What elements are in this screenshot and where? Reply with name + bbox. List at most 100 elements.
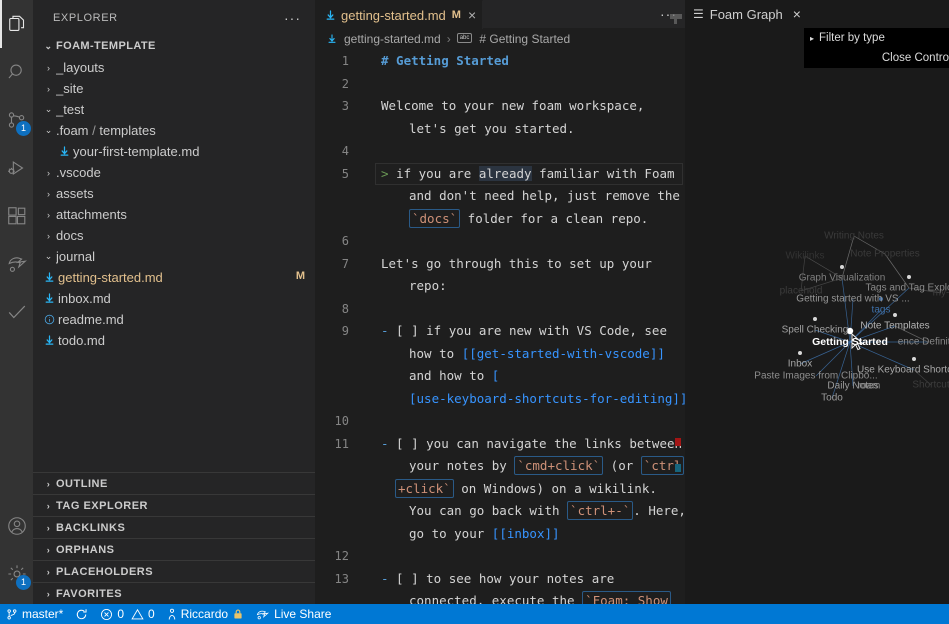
status-remote-user[interactable]: Riccardo	[161, 604, 250, 624]
chevron-down-icon[interactable]: ⌄	[41, 104, 56, 115]
chevron-right-icon[interactable]: ›	[41, 63, 56, 73]
activity-item-manage-settings[interactable]: 1	[0, 550, 33, 598]
code-line[interactable]: 4	[315, 140, 685, 163]
explorer-item-getting-started-md[interactable]: getting-started.md M	[33, 267, 315, 288]
explorer-item-readme-md[interactable]: readme.md	[33, 309, 315, 330]
line-text: Let's go through this to set up your	[381, 253, 652, 276]
status-live-share[interactable]: Live Share	[250, 604, 337, 624]
explorer-item-assets[interactable]: › assets	[33, 183, 315, 204]
sidebar-panel-favorites[interactable]: › FAVORITES	[33, 582, 315, 604]
editor-overview-ruler[interactable]	[671, 50, 685, 584]
code-line[interactable]: 9 - [ ] if you are new with VS Code, see	[315, 320, 685, 343]
graph-node-dot[interactable]	[893, 313, 897, 317]
code-line[interactable]: 1 # Getting Started	[315, 50, 685, 73]
code-line[interactable]: and how to [	[315, 365, 685, 388]
code-line[interactable]: let's get you started.	[315, 118, 685, 141]
code-line[interactable]: and don't need help, just remove the	[315, 185, 685, 208]
breadcrumb-file[interactable]: getting-started.md	[344, 32, 441, 46]
explorer-item--test[interactable]: ⌄ _test	[33, 99, 315, 120]
explorer-item-todo-md[interactable]: todo.md	[33, 330, 315, 351]
chevron-right-icon[interactable]: ›	[41, 231, 56, 241]
graph-node-dot[interactable]	[879, 297, 883, 301]
sidebar-more-actions-icon[interactable]: ···	[284, 11, 307, 25]
explorer-item--vscode[interactable]: › .vscode	[33, 162, 315, 183]
text-run: how to	[409, 345, 462, 361]
code-line[interactable]: 2	[315, 73, 685, 96]
explorer-item-attachments[interactable]: › attachments	[33, 204, 315, 225]
activity-item-explorer[interactable]	[0, 0, 33, 48]
wikilink[interactable]: [	[492, 368, 500, 383]
explorer-item-label: inbox.md	[58, 291, 111, 306]
editor-tab-getting-started[interactable]: getting-started.md M ×	[315, 0, 484, 29]
explorer-item-label: _test	[56, 102, 85, 117]
explorer-item-docs[interactable]: › docs	[33, 225, 315, 246]
explorer-item-inbox-md[interactable]: inbox.md	[33, 288, 315, 309]
explorer-item-your-first-template-md[interactable]: your-first-template.md	[33, 141, 315, 162]
wikilink[interactable]: [[get-started-with-vscode]]	[462, 346, 665, 361]
sidebar-panel-tag-explorer[interactable]: › TAG EXPLORER	[33, 494, 315, 516]
explorer-tree-rows: › _layouts › _site ⌄ _test ⌄ .foam / templates y…	[33, 57, 315, 351]
graph-node-dot[interactable]	[798, 351, 802, 355]
explorer-item--site[interactable]: › _site	[33, 78, 315, 99]
graph-close-controls-button[interactable]: Close Contro	[804, 48, 949, 68]
code-line[interactable]: 12	[315, 545, 685, 568]
sidebar-panel-orphans[interactable]: › ORPHANS	[33, 538, 315, 560]
code-line[interactable]: repo:	[315, 275, 685, 298]
line-text: [use-keyboard-shortcuts-for-editing]]	[409, 388, 685, 411]
markdown-icon	[41, 335, 58, 346]
chevron-right-icon[interactable]: ›	[41, 168, 56, 178]
close-icon[interactable]: ×	[468, 8, 476, 22]
activity-item-search[interactable]	[0, 48, 33, 96]
sidebar-panel-outline[interactable]: › OUTLINE	[33, 472, 315, 494]
sidebar-panel-backlinks[interactable]: › BACKLINKS	[33, 516, 315, 538]
code-line[interactable]: 8	[315, 298, 685, 321]
chevron-down-icon[interactable]: ⌄	[41, 251, 56, 262]
breadcrumb-symbol[interactable]: # Getting Started	[479, 32, 570, 46]
activity-item-live-share[interactable]	[0, 240, 33, 288]
line-text: and don't need help, just remove the	[409, 185, 680, 208]
wikilink[interactable]: [use-keyboard-shortcuts-for-editing]]	[409, 391, 685, 406]
code-line[interactable]: +click` on Windows) on a wikilink.	[315, 478, 685, 501]
editor-code-area[interactable]: 1 # Getting Started 2 3 Welcome to your new …	[315, 50, 685, 604]
graph-node-dot[interactable]	[840, 265, 844, 269]
code-line[interactable]: your notes by `cmd+click` (or `ctrl	[315, 455, 685, 478]
status-problems[interactable]: 0 0	[94, 604, 160, 624]
code-line[interactable]: 5 > if you are already familiar with Foam	[315, 162, 685, 186]
code-line[interactable]: 10	[315, 410, 685, 433]
graph-node-dot[interactable]	[813, 317, 817, 321]
code-line[interactable]: [use-keyboard-shortcuts-for-editing]]	[315, 388, 685, 411]
activity-item-accounts[interactable]	[0, 502, 33, 550]
code-line[interactable]: connected, execute the `Foam: Show	[315, 590, 685, 604]
code-line[interactable]: `docs` folder for a clean repo.	[315, 208, 685, 231]
code-line[interactable]: how to [[get-started-with-vscode]]	[315, 343, 685, 366]
sidebar-panel-placeholders[interactable]: › PLACEHOLDERS	[33, 560, 315, 582]
code-line[interactable]: go to your [[inbox]]	[315, 523, 685, 546]
explorer-root-folder[interactable]: ⌄ FOAM-TEMPLATE	[33, 35, 315, 57]
activity-item-todo-check[interactable]	[0, 288, 33, 336]
chevron-right-icon[interactable]: ›	[41, 84, 56, 94]
wikilink[interactable]: [[inbox]]	[492, 526, 560, 541]
code-line[interactable]: 6	[315, 230, 685, 253]
code-line[interactable]: 11 - [ ] you can navigate the links betwe…	[315, 433, 685, 456]
graph-filter-by-type[interactable]: ▸ Filter by type	[804, 28, 949, 48]
chevron-down-icon[interactable]: ⌄	[41, 125, 56, 136]
activity-item-run-and-debug[interactable]	[0, 144, 33, 192]
foam-graph-canvas[interactable]	[685, 0, 949, 604]
graph-node-dot[interactable]	[912, 357, 916, 361]
activity-item-extensions[interactable]	[0, 192, 33, 240]
markdown-icon	[325, 9, 336, 21]
code-line[interactable]: 3 Welcome to your new foam workspace,	[315, 95, 685, 118]
activity-item-source-control[interactable]: 1	[0, 96, 33, 144]
explorer-item--layouts[interactable]: › _layouts	[33, 57, 315, 78]
code-line[interactable]: 7 Let's go through this to set up your	[315, 253, 685, 276]
explorer-item-journal[interactable]: ⌄ journal	[33, 246, 315, 267]
status-branch[interactable]: master*	[0, 604, 69, 624]
code-line[interactable]: 13 - [ ] to see how your notes are	[315, 568, 685, 591]
status-sync[interactable]	[69, 604, 94, 624]
explorer-item--foam[interactable]: ⌄ .foam / templates	[33, 120, 315, 141]
code-line[interactable]: You can go back with `ctrl+-`. Here,	[315, 500, 685, 523]
chevron-right-icon[interactable]: ›	[41, 189, 56, 199]
graph-node-dot[interactable]	[846, 327, 854, 335]
graph-node-dot[interactable]	[907, 275, 911, 279]
chevron-right-icon[interactable]: ›	[41, 210, 56, 220]
